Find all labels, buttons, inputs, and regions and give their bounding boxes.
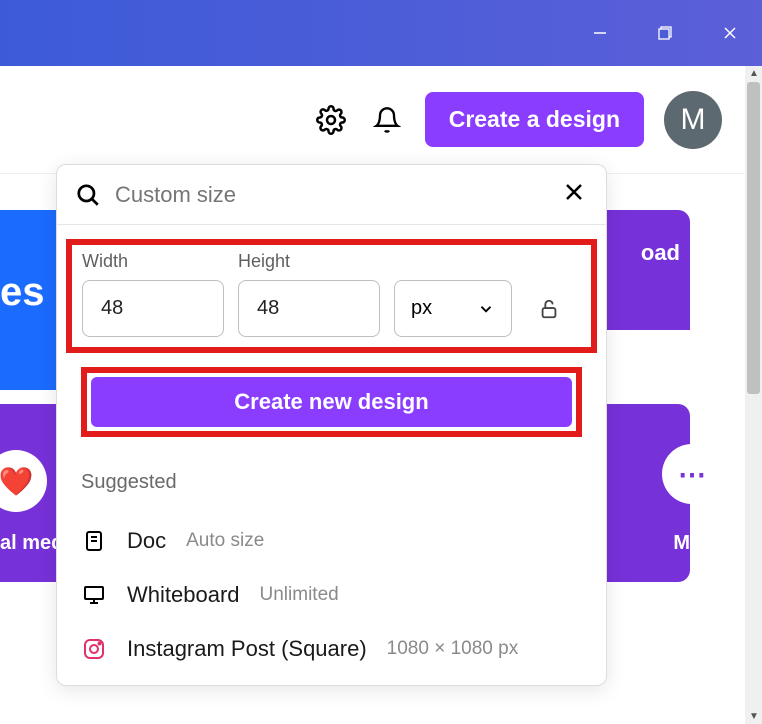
chevron-down-icon	[477, 300, 495, 318]
unit-select[interactable]: px	[394, 280, 512, 337]
window-close-button[interactable]	[707, 11, 752, 56]
window-titlebar	[0, 0, 762, 66]
height-label: Height	[238, 251, 380, 272]
width-input[interactable]	[82, 280, 224, 337]
scrollbar-down-arrow-icon[interactable]: ▼	[749, 711, 759, 722]
create-button-highlight: Create new design	[81, 367, 582, 437]
custom-size-popover: Width Height px Create new design Sugges…	[56, 164, 607, 686]
popover-header	[57, 165, 606, 225]
app-topbar: Create a design M	[0, 66, 762, 174]
gear-icon	[316, 105, 346, 135]
background-upload-fragment: oad	[600, 210, 690, 330]
instagram-icon	[82, 637, 106, 661]
create-design-button[interactable]: Create a design	[425, 92, 644, 147]
suggested-section: Suggested Doc Auto size Whiteboard Unlim…	[57, 437, 606, 676]
lock-aspect-button[interactable]	[538, 280, 560, 337]
search-input[interactable]	[115, 182, 546, 208]
width-group: Width	[82, 251, 224, 337]
scrollbar-up-arrow-icon[interactable]: ▲	[749, 68, 759, 79]
scrollbar-thumb[interactable]	[747, 82, 760, 394]
lock-open-icon	[538, 298, 560, 320]
suggested-item-doc[interactable]: Doc Auto size	[81, 514, 582, 568]
search-icon	[75, 182, 101, 208]
suggested-item-meta: 1080 × 1080 px	[387, 638, 519, 660]
whiteboard-icon	[82, 583, 106, 607]
scrollbar[interactable]: ▲ ▼	[745, 66, 762, 724]
suggested-item-name: Whiteboard	[127, 582, 240, 608]
background-blue-text: es	[0, 270, 56, 315]
close-button[interactable]	[560, 178, 588, 212]
close-icon	[564, 182, 584, 202]
notifications-button[interactable]	[369, 102, 405, 138]
height-group: Height	[238, 251, 380, 337]
dimensions-highlight: Width Height px	[66, 239, 597, 353]
window-minimize-button[interactable]	[577, 11, 622, 56]
window-maximize-button[interactable]	[642, 11, 687, 56]
avatar[interactable]: M	[664, 91, 722, 149]
suggested-item-meta: Unlimited	[260, 584, 339, 606]
suggested-item-whiteboard[interactable]: Whiteboard Unlimited	[81, 568, 582, 622]
suggested-heading: Suggested	[81, 471, 582, 494]
doc-icon	[82, 529, 106, 553]
width-label: Width	[82, 251, 224, 272]
suggested-item-instagram[interactable]: Instagram Post (Square) 1080 × 1080 px	[81, 622, 582, 676]
suggested-item-name: Instagram Post (Square)	[127, 636, 367, 662]
background-dots-icon: ⋯	[662, 444, 722, 504]
suggested-item-name: Doc	[127, 528, 166, 554]
suggested-item-meta: Auto size	[186, 530, 264, 552]
height-input[interactable]	[238, 280, 380, 337]
dimensions-row: Width Height px	[82, 251, 581, 337]
unit-value: px	[411, 297, 432, 320]
background-m-label: M	[673, 532, 690, 555]
bell-icon	[373, 106, 401, 134]
settings-button[interactable]	[313, 102, 349, 138]
create-new-design-button[interactable]: Create new design	[91, 377, 572, 427]
